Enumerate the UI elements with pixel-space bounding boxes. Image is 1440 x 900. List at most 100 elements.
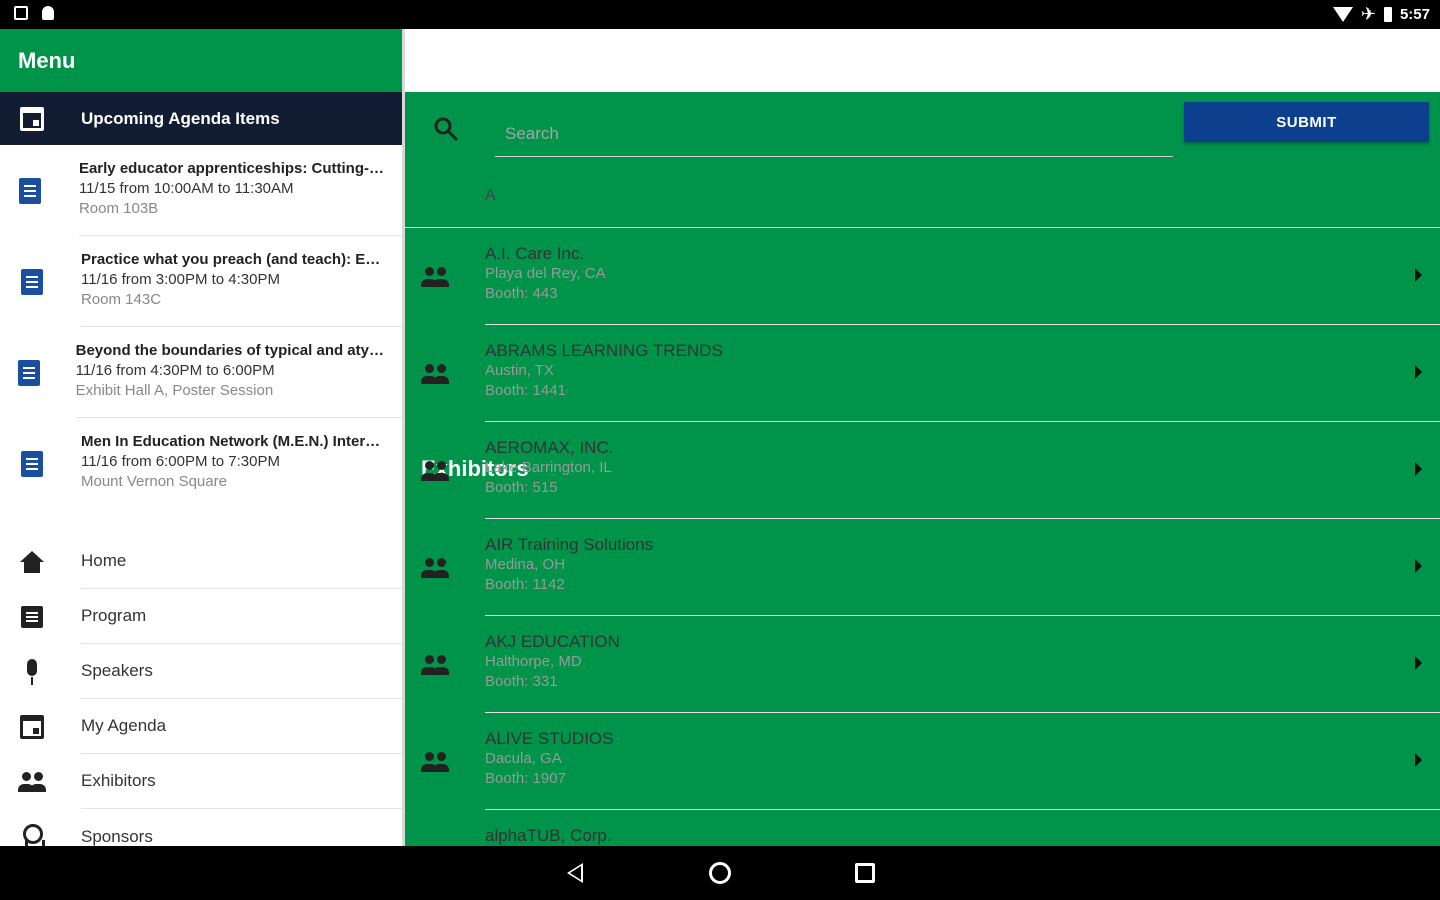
microphone-icon <box>26 658 38 685</box>
exhibitors-pane: SUBMIT A A.I. Care Inc. Playa del Rey, CA… <box>405 92 1440 846</box>
exhibitor-list: A.I. Care Inc. Playa del Rey, CA Booth: 44… <box>405 228 1440 846</box>
menu-appbar: Menu <box>0 29 402 92</box>
people-icon <box>420 266 450 287</box>
exhibitor-location: Halthorpe, MD <box>485 653 582 670</box>
agenda-item-location: Room 103B <box>78 200 159 217</box>
agenda-item-title: Beyond the boundaries of typical and aty… <box>75 342 384 359</box>
nav-item-label: Home <box>81 534 402 589</box>
agenda-list: Early educator apprenticeships: Cutting-… <box>0 145 402 509</box>
exhibitor-location: Playa del Rey, CA <box>485 265 606 282</box>
exhibitor-name: AKJ EDUCATION <box>485 632 620 651</box>
exhibitor-name: alphaTUB, Corp. <box>485 826 612 845</box>
agenda-item-title: Early educator apprenticeships: Cutting-… <box>78 160 384 177</box>
chevron-right-icon[interactable] <box>1415 656 1422 670</box>
agenda-item-time: 11/15 from 10:00AM to 11:30AM <box>78 180 294 197</box>
exhibitor-location: Austin, TX <box>485 362 554 379</box>
agenda-item[interactable]: Men In Education Network (M.E.N.) Inter…… <box>0 418 402 509</box>
document-icon <box>17 359 40 386</box>
section-letter: A <box>485 186 496 204</box>
system-nav-bar <box>0 846 1440 900</box>
search-icon[interactable] <box>433 116 459 142</box>
nav-item-label: Program <box>81 589 402 644</box>
home-icon <box>19 550 44 573</box>
nav-item-label: Exhibitors <box>81 754 402 809</box>
exhibitor-row[interactable]: A.I. Care Inc. Playa del Rey, CA Booth: 44… <box>405 228 1440 325</box>
exhibitor-name: ALIVE STUDIOS <box>485 729 614 748</box>
exhibitor-booth: Booth: 1441 <box>485 382 566 399</box>
notification-pin-icon <box>42 6 54 20</box>
nav-list: Home Program Speakers My Agenda Exhibitors Sp… <box>0 534 402 846</box>
nav-item-program[interactable]: Program <box>0 589 402 644</box>
calendar-icon <box>19 714 44 739</box>
people-icon <box>420 751 450 772</box>
status-time: 5:57 <box>1399 5 1430 23</box>
document-icon <box>19 177 42 204</box>
search-input[interactable] <box>495 112 1173 157</box>
exhibitor-booth: Booth: 443 <box>485 285 558 302</box>
exhibitor-name: ABRAMS LEARNING TRENDS <box>485 341 723 360</box>
agenda-item-location: Mount Vernon Square <box>81 473 227 490</box>
people-icon <box>420 557 450 578</box>
chevron-right-icon[interactable] <box>1415 268 1422 282</box>
exhibitor-name: AIR Training Solutions <box>485 535 654 554</box>
nav-item-label: Speakers <box>81 644 402 699</box>
people-icon <box>420 363 450 384</box>
exhibitor-name: A.I. Care Inc. <box>485 244 585 263</box>
exhibitor-location: Medina, OH <box>485 556 566 573</box>
exhibitor-location: Dacula, GA <box>485 750 562 767</box>
wifi-icon <box>1332 6 1353 22</box>
battery-icon <box>1383 6 1392 22</box>
agenda-item-title: Practice what you preach (and teach): E… <box>81 251 381 268</box>
exhibitor-row[interactable]: alphaTUB, Corp. <box>405 810 1440 846</box>
agenda-item[interactable]: Practice what you preach (and teach): E…… <box>0 236 402 327</box>
agenda-item-time: 11/16 from 4:30PM to 6:00PM <box>75 362 275 379</box>
exhibitor-row[interactable]: ABRAMS LEARNING TRENDS Austin, TX Booth: 1… <box>405 325 1440 422</box>
award-icon <box>22 823 45 846</box>
submit-button[interactable]: SUBMIT <box>1184 102 1429 142</box>
sidebar: Upcoming Agenda Items Early educator app… <box>0 92 402 846</box>
nav-item-label: Sponsors <box>81 826 153 846</box>
people-icon <box>420 654 450 675</box>
airplane-icon: ✈ <box>1360 4 1376 24</box>
agenda-item-title: Men In Education Network (M.E.N.) Inter… <box>81 433 381 450</box>
agenda-item-time: 11/16 from 6:00PM to 7:30PM <box>81 453 280 470</box>
agenda-item-location: Room 143C <box>81 291 162 308</box>
back-icon[interactable] <box>567 863 583 883</box>
exhibitor-booth: Booth: 515 <box>485 479 558 496</box>
exhibitor-row[interactable]: AIR Training Solutions Medina, OH Booth: 1… <box>405 519 1440 616</box>
agenda-item[interactable]: Beyond the boundaries of typical and aty… <box>0 327 402 418</box>
nav-item-sponsors[interactable]: Sponsors <box>0 809 402 846</box>
exhibitor-booth: Booth: 331 <box>485 673 558 690</box>
nav-item-my-agenda[interactable]: My Agenda <box>0 699 402 754</box>
chevron-right-icon[interactable] <box>1415 365 1422 379</box>
agenda-item[interactable]: Early educator apprenticeships: Cutting-… <box>0 145 402 236</box>
exhibitor-booth: Booth: 1142 <box>485 576 565 593</box>
search-row: SUBMIT <box>405 92 1440 158</box>
home-circle-icon[interactable] <box>709 862 731 884</box>
document-icon <box>20 268 43 295</box>
document-icon <box>20 450 43 477</box>
chevron-right-icon[interactable] <box>1415 462 1422 476</box>
chevron-right-icon[interactable] <box>1415 753 1422 767</box>
agenda-item-time: 11/16 from 3:00PM to 4:30PM <box>81 271 280 288</box>
nav-item-speakers[interactable]: Speakers <box>0 644 402 699</box>
exhibitor-location: Lake Barrington, IL <box>485 459 612 476</box>
exhibitor-booth: Booth: 1907 <box>485 770 566 787</box>
nav-item-exhibitors[interactable]: Exhibitors <box>0 754 402 809</box>
exhibitor-row[interactable]: AEROMAX, INC. Lake Barrington, IL Booth: 5… <box>405 422 1440 519</box>
menu-title: Menu <box>18 47 76 73</box>
nav-item-home[interactable]: Home <box>0 534 402 589</box>
upcoming-agenda-header[interactable]: Upcoming Agenda Items <box>0 92 402 145</box>
exhibitor-name: AEROMAX, INC. <box>485 438 614 457</box>
program-icon <box>20 605 43 628</box>
exhibitor-row[interactable]: AKJ EDUCATION Halthorpe, MD Booth: 331 <box>405 616 1440 713</box>
exhibitor-row[interactable]: ALIVE STUDIOS Dacula, GA Booth: 1907 <box>405 713 1440 810</box>
chevron-right-icon[interactable] <box>1415 559 1422 573</box>
nav-item-label: My Agenda <box>81 699 402 754</box>
recent-apps-icon[interactable] <box>855 863 875 883</box>
calendar-icon <box>19 106 44 131</box>
status-bar: ✈ 5:57 <box>0 0 1440 29</box>
people-icon <box>420 460 450 481</box>
notification-icon <box>14 6 28 20</box>
section-header: A <box>405 158 1440 228</box>
